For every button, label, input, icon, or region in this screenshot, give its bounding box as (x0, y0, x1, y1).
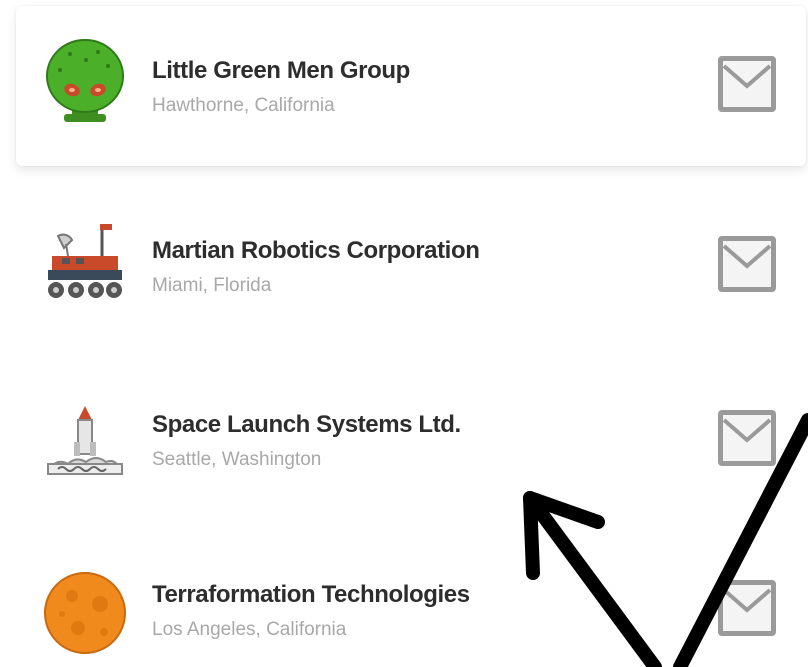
company-list-item[interactable]: Space Launch Systems Ltd. Seattle, Washi… (16, 348, 806, 508)
mail-button[interactable] (718, 236, 776, 292)
company-list-item[interactable]: Martian Robotics Corporation Miami, Flor… (16, 176, 806, 336)
company-name: Martian Robotics Corporation (152, 237, 480, 264)
mail-icon (722, 418, 772, 443)
company-text: Space Launch Systems Ltd. Seattle, Washi… (152, 410, 672, 472)
mail-icon (722, 64, 772, 89)
company-location: Seattle, Washington (152, 449, 322, 470)
mail-button[interactable] (718, 410, 776, 466)
company-text: Martian Robotics Corporation Miami, Flor… (152, 236, 672, 298)
mail-icon (722, 244, 772, 269)
mail-button[interactable] (718, 56, 776, 112)
company-text: Terraformation Technologies Los Angeles,… (152, 580, 672, 642)
company-text: Little Green Men Group Hawthorne, Califo… (152, 56, 672, 118)
company-list: Little Green Men Group Hawthorne, Califo… (0, 0, 808, 667)
company-location: Los Angeles, California (152, 619, 347, 640)
green-alien-icon (42, 38, 128, 124)
company-location: Miami, Florida (152, 275, 272, 296)
company-name: Space Launch Systems Ltd. (152, 411, 461, 438)
orange-planet-icon (42, 570, 128, 656)
company-location: Hawthorne, California (152, 95, 335, 116)
mail-button[interactable] (718, 580, 776, 636)
rocket-launch-icon (42, 402, 128, 488)
mars-rover-icon (42, 220, 128, 306)
company-name: Little Green Men Group (152, 57, 410, 84)
company-name: Terraformation Technologies (152, 581, 470, 608)
company-list-item[interactable]: Little Green Men Group Hawthorne, Califo… (16, 6, 806, 166)
company-list-item[interactable]: Terraformation Technologies Los Angeles,… (16, 518, 806, 667)
mail-icon (722, 588, 772, 613)
company-list-screen: Little Green Men Group Hawthorne, Califo… (0, 0, 808, 667)
